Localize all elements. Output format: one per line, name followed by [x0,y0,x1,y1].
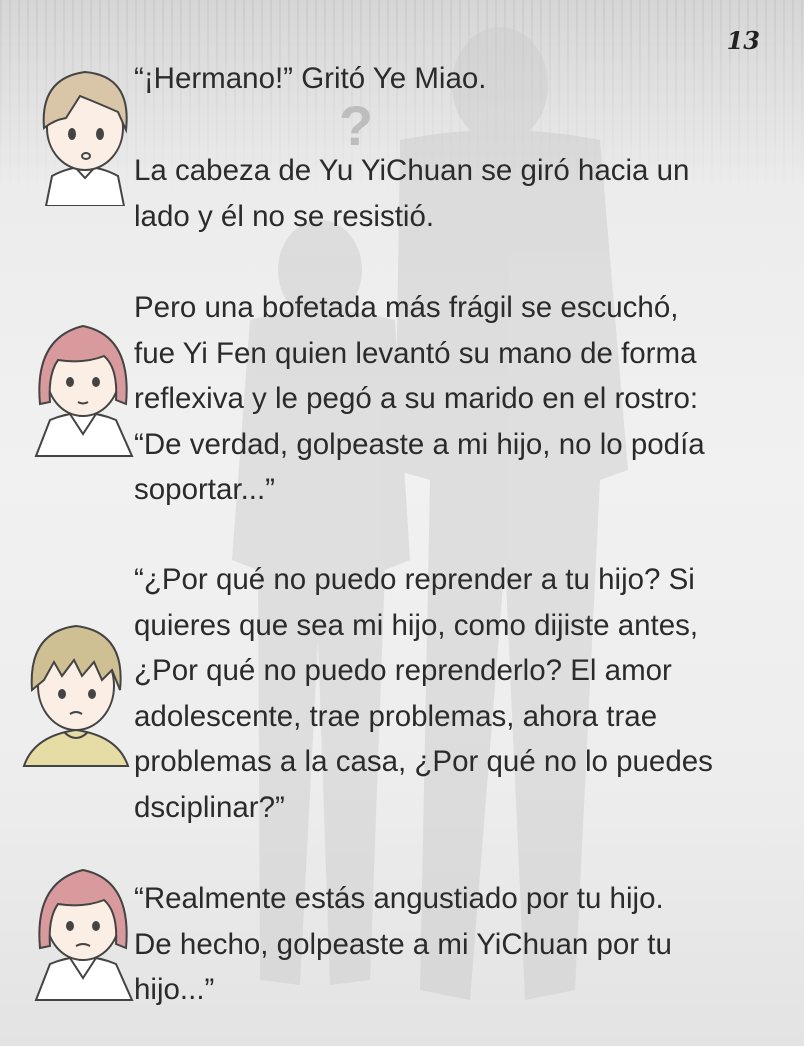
dialogue-paragraph-5: “Realmente estás angustiado por tu hijo.… [134,882,672,1006]
man-avatar-icon [22,624,130,767]
narration-paragraph-1: “¡Hermano!” Gritó Ye Miao. [134,62,487,95]
comic-page: 13 ? “¡Hermano!” Gritó Ye Miao. La cabez… [0,0,804,1046]
narration-paragraph-3: Pero una bofetada más frágil se escuchó,… [134,291,705,506]
woman-yi-fen-avatar-icon [34,868,134,1001]
page-number: 13 [726,26,760,55]
boy-ye-miao-avatar-icon [42,70,128,206]
woman-yi-fen-avatar-icon [34,324,134,457]
dialogue-paragraph-4: “¿Por qué no puedo reprender a tu hijo? … [134,563,713,824]
narration-paragraph-2: La cabeza de Yu YiChuan se giró hacia un… [134,154,690,233]
